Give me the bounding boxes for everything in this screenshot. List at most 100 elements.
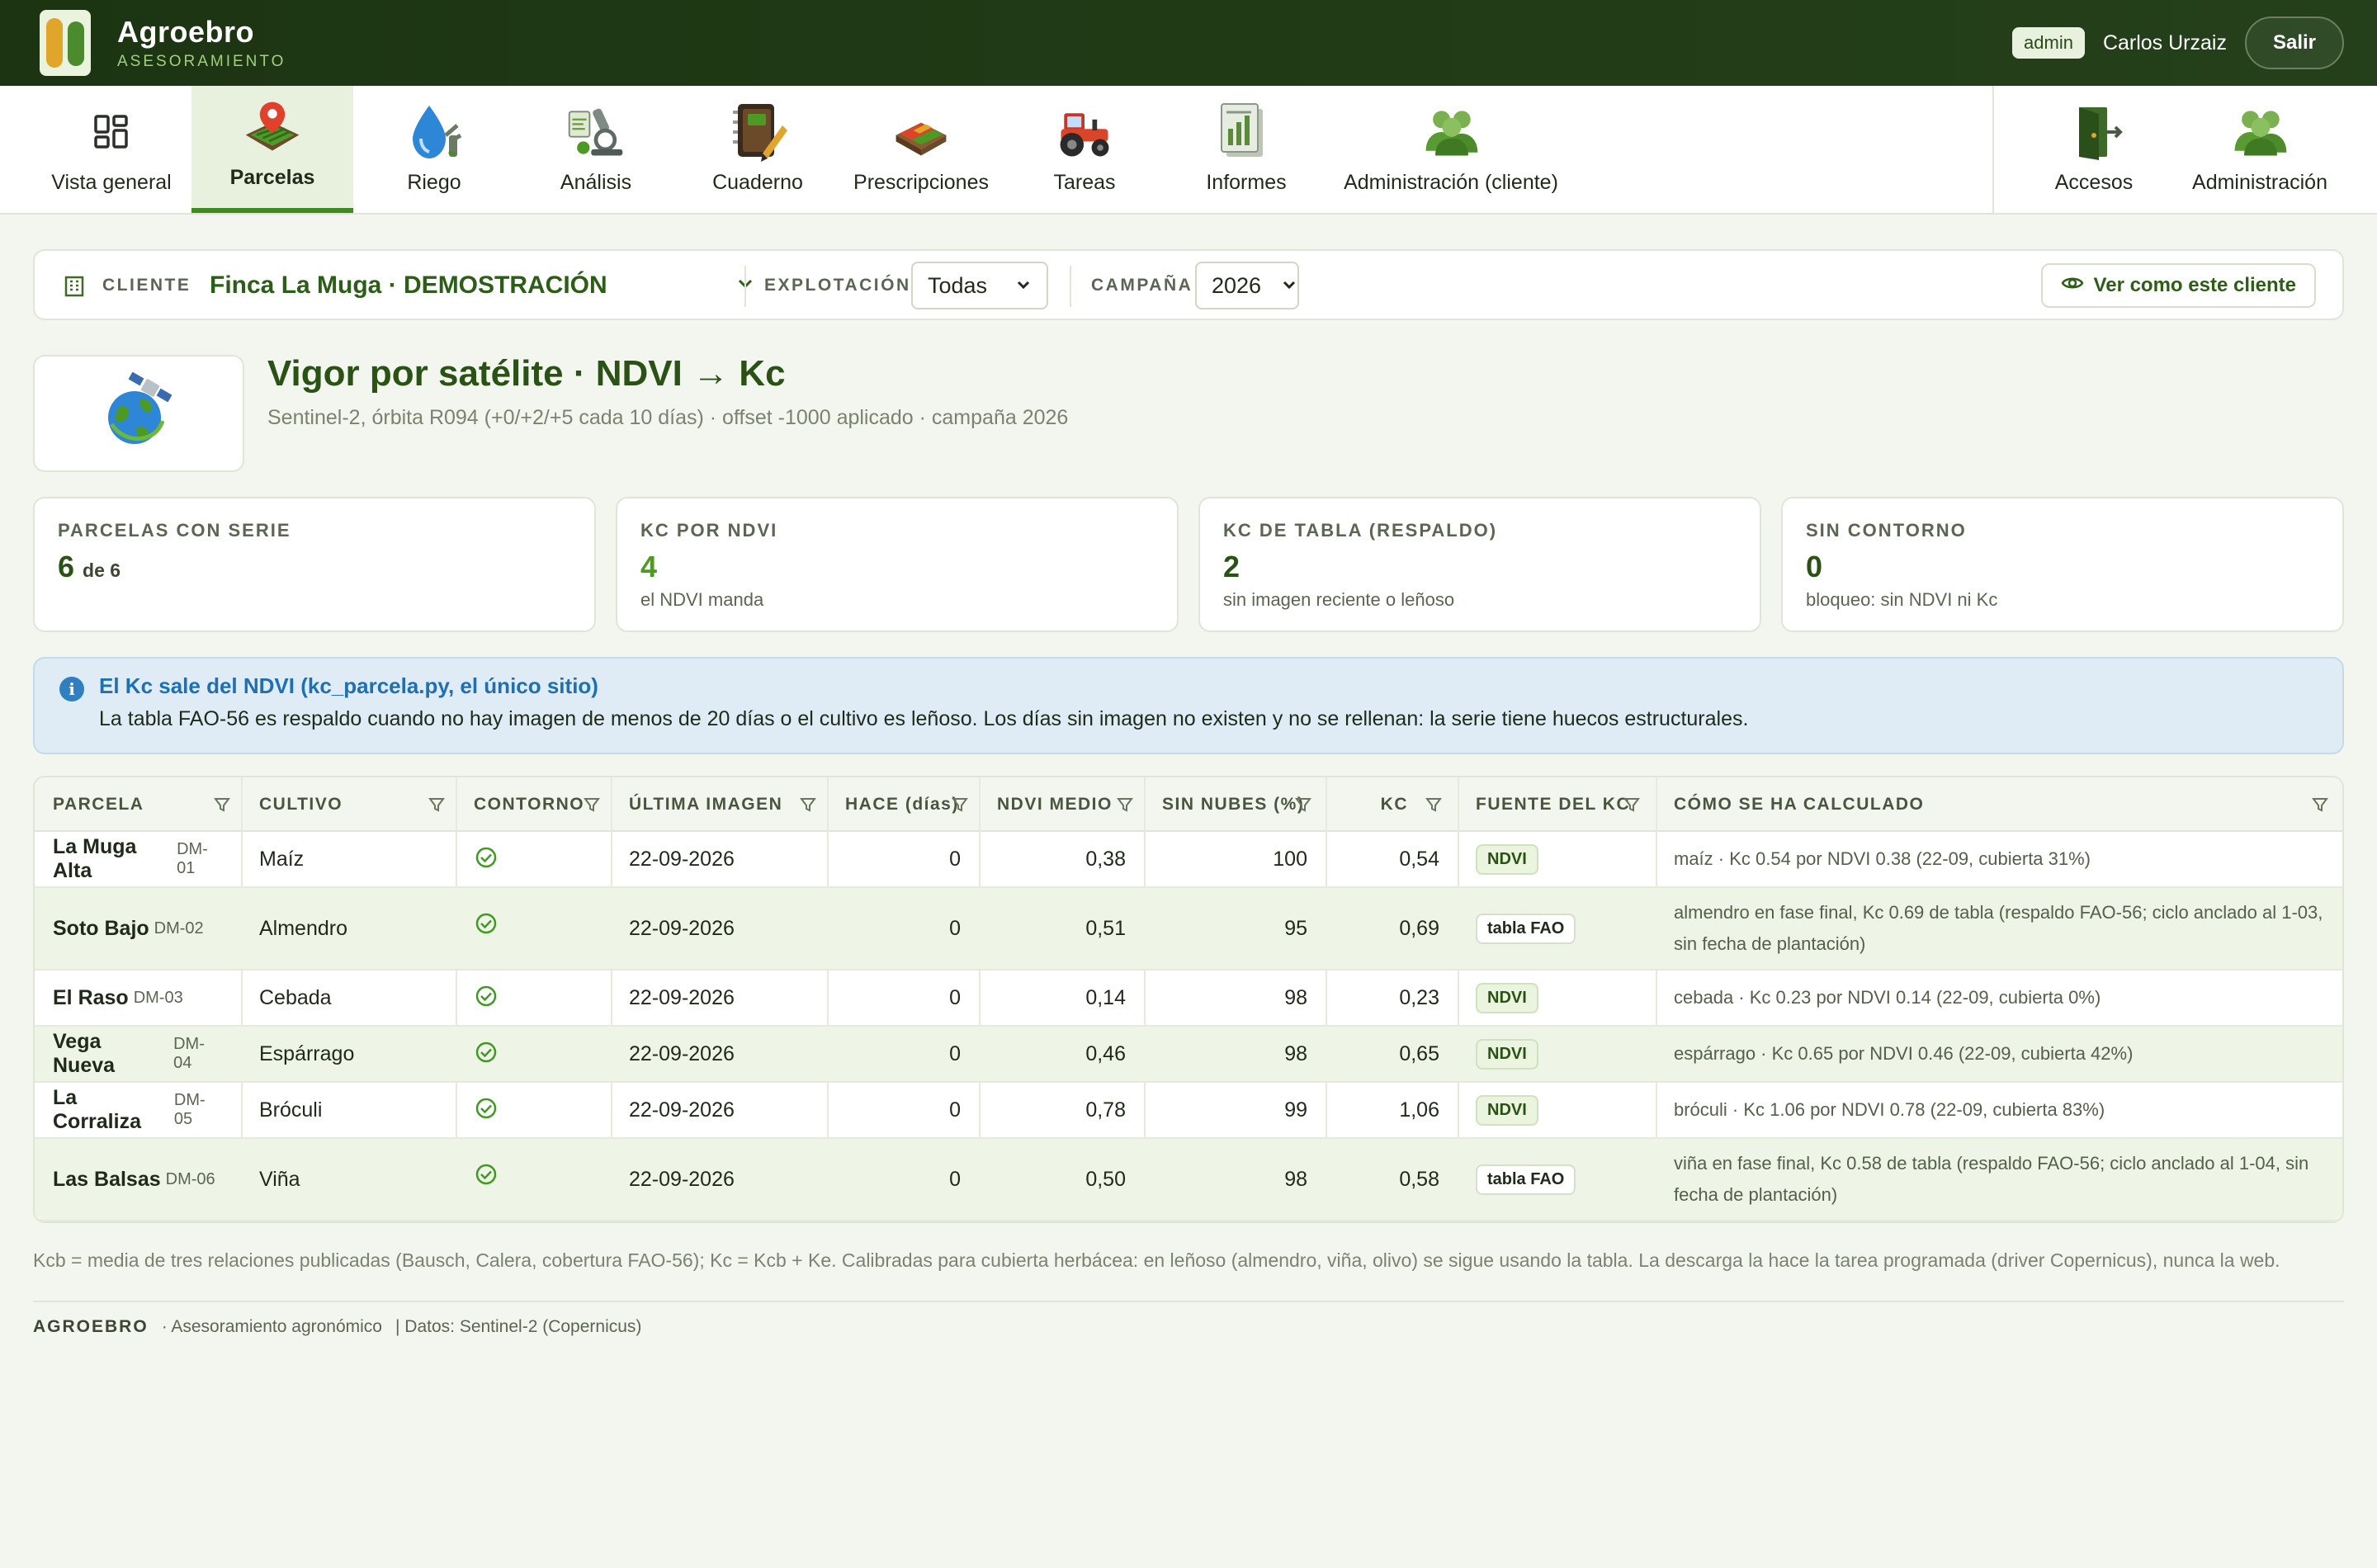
- cell-cultivo: Bróculi: [259, 1098, 323, 1122]
- cell-como-calculado: espárrago · Kc 0.65 por NDVI 0.46 (22-09…: [1674, 1043, 2134, 1064]
- table-row[interactable]: La Corraliza DM-05 Bróculi 22-09-2026 0 0,78 9…: [35, 1083, 2342, 1139]
- col-header-ultima-imagen[interactable]: ÚLTIMA IMAGEN: [611, 777, 827, 832]
- check-circle-icon: [474, 1164, 499, 1194]
- filter-icon[interactable]: [1425, 796, 1443, 814]
- table-row[interactable]: Las Balsas DM-06 Viña 22-09-2026 0 0,50 98 0,58…: [35, 1139, 2342, 1221]
- cell-cultivo: Maíz: [259, 847, 305, 871]
- table-row[interactable]: El Raso DM-03 Cebada 22-09-2026 0 0,14 98 0,23 N…: [35, 971, 2342, 1027]
- report-chart-icon: [1215, 103, 1278, 161]
- nav-item-prescripciones[interactable]: Prescripciones: [850, 86, 992, 213]
- table-row[interactable]: Vega Nueva DM-04 Espárrago 22-09-2026 0 0,46 9…: [35, 1027, 2342, 1083]
- nav-item-informes[interactable]: Informes: [1184, 86, 1309, 213]
- tractor-icon: [1053, 103, 1116, 161]
- filter-icon[interactable]: [1116, 796, 1134, 814]
- table-row[interactable]: La Muga Alta DM-01 Maíz 22-09-2026 0 0,38 100 0…: [35, 832, 2342, 888]
- parcel-code: DM-01: [177, 840, 208, 877]
- filter-icon[interactable]: [951, 796, 969, 814]
- cell-ndvi-medio: 0,38: [1085, 847, 1126, 871]
- col-label: ÚLTIMA IMAGEN: [629, 795, 783, 814]
- kc-source-badge: NDVI: [1476, 1038, 1538, 1070]
- col-label: SIN NUBES (%): [1162, 795, 1305, 814]
- cell-parcela: Vega Nueva DM-04: [35, 1027, 241, 1081]
- col-header-cultivo[interactable]: CULTIVO: [241, 777, 456, 832]
- col-label: CONTORNO: [474, 795, 585, 814]
- parcel-name: Vega Nueva: [53, 1030, 116, 1077]
- field-pin-icon: [241, 98, 304, 156]
- filter-icon[interactable]: [799, 796, 817, 814]
- nav-item-administracion[interactable]: Administración: [2187, 86, 2332, 213]
- card-suffix: de 6: [83, 560, 121, 581]
- eye-icon: [2061, 274, 2084, 297]
- cell-ultima-imagen: 22-09-2026: [629, 1167, 735, 1191]
- logout-button[interactable]: Salir: [2244, 17, 2344, 69]
- card-value: 6 de 6: [58, 550, 571, 584]
- nav-item-administracion-cliente[interactable]: Administración (cliente): [1342, 86, 1560, 213]
- cell-parcela: Las Balsas DM-06: [35, 1139, 241, 1220]
- nav-divider: [1992, 86, 1994, 215]
- nav-item-cuaderno[interactable]: Cuaderno: [693, 86, 822, 213]
- building-icon: [63, 251, 86, 320]
- season-select[interactable]: 2026: [1195, 251, 1299, 320]
- farm-value: Todas: [928, 272, 988, 298]
- nav-label: Informes: [1206, 171, 1287, 194]
- col-header-como-calculado[interactable]: CÓMO SE HA CALCULADO: [1656, 777, 2342, 832]
- nav-item-analisis[interactable]: Análisis: [528, 86, 664, 213]
- cell-fuente-kc: NDVI: [1458, 832, 1656, 886]
- nav-item-vista-general[interactable]: Vista general: [33, 86, 190, 213]
- filter-icon[interactable]: [583, 796, 601, 814]
- cell-contorno: [456, 971, 611, 1025]
- cell-parcela: Soto Bajo DM-02: [35, 888, 241, 969]
- notebook-icon: [726, 103, 789, 162]
- client-select[interactable]: Finca La Muga · DEMOSTRACIÓN: [210, 251, 759, 320]
- table-row[interactable]: Soto Bajo DM-02 Almendro 22-09-2026 0 0,51 95 0…: [35, 888, 2342, 971]
- kc-source-badge: NDVI: [1476, 843, 1538, 875]
- view-as-client-button[interactable]: Ver como este cliente: [2040, 263, 2316, 308]
- cell-parcela: La Corraliza DM-05: [35, 1083, 241, 1137]
- footer-divider: [33, 1301, 2344, 1302]
- water-drop-icon: [403, 103, 465, 161]
- cell-ndvi-medio: 0,51: [1085, 916, 1126, 940]
- divider: [744, 266, 746, 307]
- filter-icon[interactable]: [1623, 796, 1641, 814]
- kc-source-badge: tabla FAO: [1476, 913, 1576, 944]
- filter-icon[interactable]: [1294, 796, 1312, 814]
- parcel-code: DM-06: [165, 1169, 215, 1188]
- farm-select[interactable]: Todas: [911, 251, 1048, 320]
- cell-como-calculado: almendro en fase final, Kc 0.69 de tabla…: [1674, 902, 2323, 954]
- footer-brand: AGROEBRO: [33, 1317, 149, 1336]
- nav-label: Prescripciones: [853, 171, 989, 194]
- cell-cultivo: Almendro: [259, 916, 347, 940]
- card-note: bloqueo: sin NDVI ni Kc: [1806, 589, 1998, 610]
- parcel-code: DM-02: [154, 919, 204, 937]
- nav-label: Administración: [2192, 171, 2327, 194]
- filter-icon[interactable]: [428, 796, 446, 814]
- cell-contorno: [456, 832, 611, 886]
- cell-sin-nubes: 100: [1273, 847, 1307, 871]
- col-label: KC: [1380, 795, 1408, 814]
- col-header-parcela[interactable]: PARCELA: [35, 777, 241, 832]
- filter-icon[interactable]: [2311, 796, 2329, 814]
- user-area: admin Carlos Urzaiz Salir: [2012, 17, 2344, 69]
- nav-item-tareas[interactable]: Tareas: [1022, 86, 1147, 213]
- users-icon: [1420, 103, 1482, 161]
- card-label: PARCELAS CON SERIE: [58, 520, 291, 541]
- cell-hace-dias: 0: [949, 847, 961, 871]
- info-icon: i: [59, 677, 84, 701]
- nav-item-parcelas[interactable]: Parcelas: [191, 86, 353, 213]
- kc-source-badge: NDVI: [1476, 1094, 1538, 1126]
- app-logo[interactable]: [40, 10, 91, 76]
- col-label: CULTIVO: [259, 795, 343, 814]
- cell-hace-dias: 0: [949, 1041, 961, 1065]
- cell-ndvi-medio: 0,78: [1085, 1098, 1126, 1122]
- nav-item-accesos[interactable]: Accesos: [2044, 86, 2144, 213]
- cell-ultima-imagen: 22-09-2026: [629, 1041, 735, 1065]
- nav-label: Accesos: [2054, 171, 2134, 194]
- filter-icon[interactable]: [213, 796, 231, 814]
- parcel-name: Las Balsas: [53, 1167, 161, 1191]
- cell-kc: 1,06: [1399, 1098, 1439, 1122]
- nav-label: Tareas: [1053, 171, 1116, 194]
- nav-item-riego[interactable]: Riego: [370, 86, 499, 213]
- card-number: 0: [1806, 550, 1823, 583]
- parcel-table: PARCELA CULTIVO CONTORNO ÚLTIMA IMAGEN H…: [33, 776, 2344, 1223]
- cell-como-calculado: bróculi · Kc 1.06 por NDVI 0.78 (22-09, …: [1674, 1099, 2105, 1120]
